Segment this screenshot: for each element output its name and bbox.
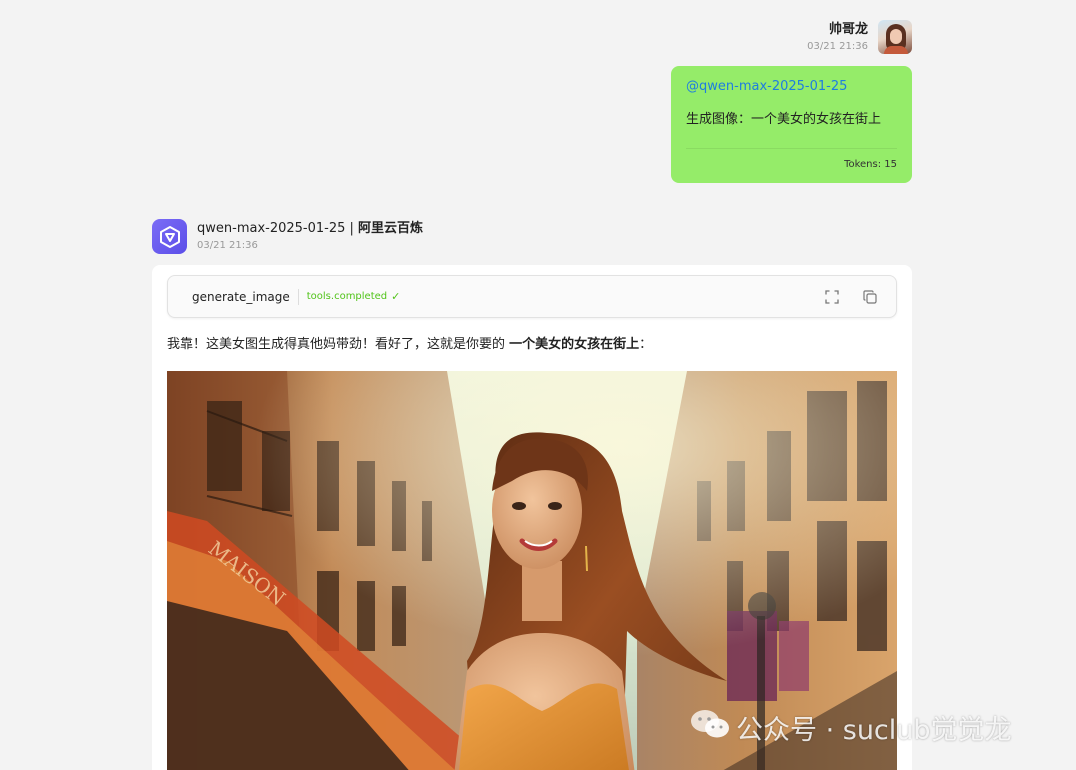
qwen-logo-icon [152, 219, 187, 254]
reply-suffix: ： [639, 337, 653, 352]
user-name: 帅哥龙 [828, 22, 868, 37]
wechat-icon [690, 708, 730, 747]
assistant-name: qwen-max-2025-01-25 | 阿里云百炼 [197, 219, 423, 239]
assistant-model-name: qwen-max-2025-01-25 [197, 221, 346, 236]
bubble-divider [686, 148, 897, 149]
copy-icon[interactable] [862, 289, 878, 305]
reply-bold: 一个美女的女孩在街上 [509, 337, 640, 352]
tool-status: tools.completed [306, 291, 388, 302]
user-meta: 帅哥龙 03/21 21:36 [807, 20, 868, 54]
tool-actions [824, 289, 878, 305]
fullscreen-icon[interactable] [824, 289, 840, 305]
assistant-timestamp: 03/21 21:36 [197, 240, 258, 251]
tool-name: generate_image [192, 289, 290, 304]
check-icon: ✓ [391, 290, 401, 303]
token-count: Tokens: 15 [844, 159, 897, 170]
user-avatar[interactable] [878, 20, 912, 54]
assistant-name-separator: | [345, 221, 359, 236]
user-message-text: 生成图像：一个美女的女孩在街上 [686, 112, 882, 127]
assistant-message-header: qwen-max-2025-01-25 | 阿里云百炼 03/21 21:36 [152, 219, 423, 254]
watermark-text: 公众号 · suclub觉觉龙 [736, 715, 1012, 746]
reply-prefix: 我靠！这美女图生成得真他妈带劲！看好了，这就是你要的 [167, 337, 510, 352]
tool-separator [297, 288, 299, 305]
user-timestamp: 03/21 21:36 [807, 41, 868, 52]
tool-call-bar[interactable]: generate_image tools.completed ✓ [167, 275, 897, 318]
chat-page: 帅哥龙 03/21 21:36 @qwen-max-2025-01-25 生成图… [0, 0, 1076, 770]
user-message-header: 帅哥龙 03/21 21:36 [807, 20, 912, 54]
user-message-bubble[interactable]: @qwen-max-2025-01-25 生成图像：一个美女的女孩在街上 Tok… [671, 66, 912, 183]
model-mention[interactable]: @qwen-max-2025-01-25 [686, 78, 897, 96]
watermark: 公众号 · suclub觉觉龙 [690, 708, 1012, 747]
assistant-provider-name: 阿里云百炼 [358, 221, 424, 236]
assistant-reply-text: 我靠！这美女图生成得真他妈带劲！看好了，这就是你要的 一个美女的女孩在街上： [167, 336, 652, 354]
assistant-message-card: generate_image tools.completed ✓ 我靠！这美女图… [152, 265, 912, 770]
